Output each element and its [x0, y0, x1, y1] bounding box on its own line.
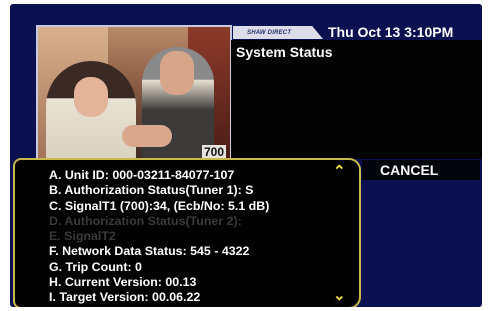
status-info-list: A. Unit ID: 000-03211-84077-107 B. Autho…: [49, 168, 269, 306]
list-item-disabled: E. SignalT2: [49, 229, 116, 244]
video-hands: [122, 125, 172, 147]
list-item[interactable]: H. Current Version: 00.13: [49, 275, 269, 290]
list-item[interactable]: C. SignalT1 (700):34, (Ecb/No: 5.1 dB): [49, 199, 269, 214]
status-info-list-panel[interactable]: ⌃ A. Unit ID: 000-03211-84077-107 B. Aut…: [13, 158, 361, 307]
tv-screen: 700 SHAW DIRECT Thu Oct 13 3:10PM System…: [10, 4, 482, 307]
cancel-button[interactable]: CANCEL: [362, 160, 480, 180]
list-item[interactable]: I. Target Version: 00.06.22: [49, 290, 269, 305]
chevron-up-icon[interactable]: ⌃: [333, 164, 346, 179]
video-face-right: [160, 51, 194, 95]
provider-logo: SHAW DIRECT: [247, 29, 292, 36]
list-item-disabled: D. Authorization Status(Tuner 2):: [49, 213, 242, 228]
list-item[interactable]: A. Unit ID: 000-03211-84077-107: [49, 168, 269, 183]
list-item[interactable]: B. Authorization Status(Tuner 1): S: [49, 183, 269, 198]
channel-number: 700: [201, 145, 226, 159]
date-time: Thu Oct 13 3:10PM: [328, 24, 454, 40]
panel-title: System Status: [236, 44, 333, 60]
list-item[interactable]: G. Trip Count: 0: [49, 260, 269, 275]
list-item[interactable]: F. Network Data Status: 545 - 4322: [49, 244, 269, 259]
live-video-preview: 700: [36, 25, 232, 162]
chevron-down-icon[interactable]: ⌄: [333, 288, 346, 303]
video-face-left: [74, 77, 108, 117]
system-status-panel: System Status: [231, 40, 482, 159]
provider-logo-tab: SHAW DIRECT: [233, 26, 323, 39]
